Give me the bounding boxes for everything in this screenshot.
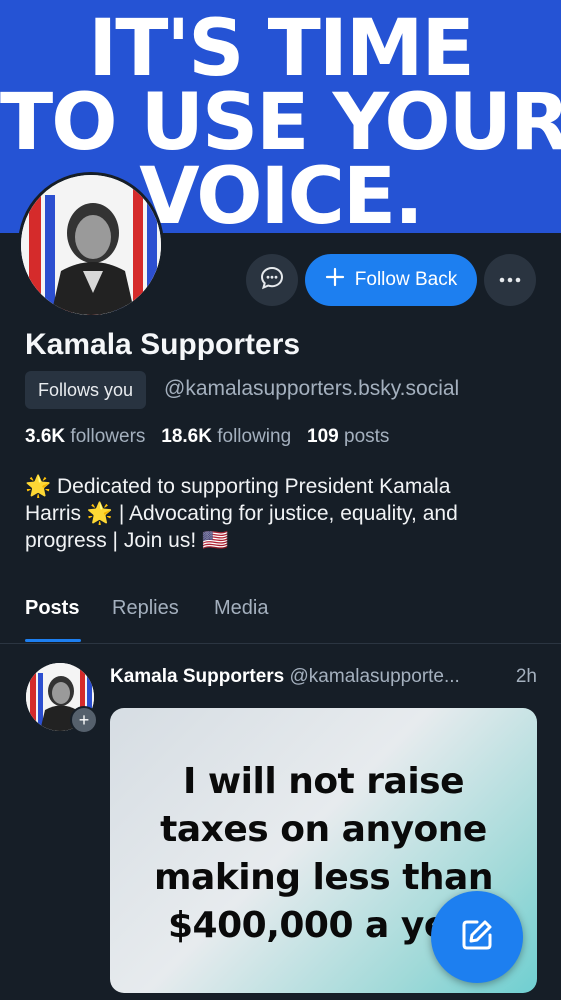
message-button[interactable] bbox=[246, 254, 298, 306]
tab-posts[interactable]: Posts bbox=[25, 597, 79, 620]
follow-back-label: Follow Back bbox=[354, 269, 458, 290]
following-link[interactable]: 18.6K following bbox=[161, 426, 291, 447]
active-tab-indicator bbox=[25, 639, 81, 642]
profile-stats: 3.6K followers 18.6K following 109 posts bbox=[25, 426, 389, 448]
profile-handle[interactable]: @kamalasupporters.bsky.social bbox=[164, 377, 459, 401]
post-header: Kamala Supporters @kamalasupporte... 2h bbox=[110, 666, 545, 688]
banner-text-line-2: TO USE YOUR bbox=[0, 78, 561, 168]
bio-line-1: 🌟 Dedicated to supporting President Kama… bbox=[25, 475, 451, 498]
posts-stat: 109 posts bbox=[307, 426, 389, 447]
followers-link[interactable]: 3.6K followers bbox=[25, 426, 145, 447]
following-count: 18.6K bbox=[161, 426, 212, 447]
tab-replies[interactable]: Replies bbox=[112, 597, 179, 620]
profile-name: Kamala Supporters bbox=[25, 328, 301, 361]
bio-line-2: Harris 🌟 | Advocating for justice, equal… bbox=[25, 502, 458, 525]
bio-line-3: progress | Join us! 🇺🇸 bbox=[25, 529, 229, 552]
follows-you-badge: Follows you bbox=[25, 371, 147, 409]
compose-icon bbox=[457, 915, 497, 960]
tab-media[interactable]: Media bbox=[214, 597, 268, 620]
ellipsis-icon bbox=[498, 271, 522, 289]
followers-label: followers bbox=[70, 426, 146, 447]
follow-plus-icon[interactable]: + bbox=[70, 706, 98, 734]
plus-icon bbox=[325, 267, 345, 293]
image-text-line-2: taxes on anyone bbox=[160, 809, 487, 850]
followers-count: 3.6K bbox=[25, 426, 66, 447]
post-timestamp: 2h bbox=[515, 666, 537, 687]
chat-bubble-icon bbox=[259, 265, 285, 296]
image-text-line-1: I will not raise bbox=[182, 761, 465, 802]
profile-tabs: Posts Replies Media bbox=[0, 587, 561, 644]
profile-avatar[interactable] bbox=[18, 172, 164, 318]
profile-bio: 🌟 Dedicated to supporting President Kama… bbox=[25, 473, 545, 554]
banner-text-line-1: IT'S TIME bbox=[88, 4, 475, 94]
post-author-name[interactable]: Kamala Supporters bbox=[110, 666, 284, 687]
following-label: following bbox=[217, 426, 292, 447]
follow-back-button[interactable]: Follow Back bbox=[305, 254, 477, 306]
posts-label: posts bbox=[344, 426, 390, 447]
compose-button[interactable] bbox=[431, 891, 523, 983]
post-author-handle[interactable]: @kamalasupporte... bbox=[290, 666, 460, 687]
more-options-button[interactable] bbox=[484, 254, 536, 306]
posts-count: 109 bbox=[307, 426, 339, 447]
